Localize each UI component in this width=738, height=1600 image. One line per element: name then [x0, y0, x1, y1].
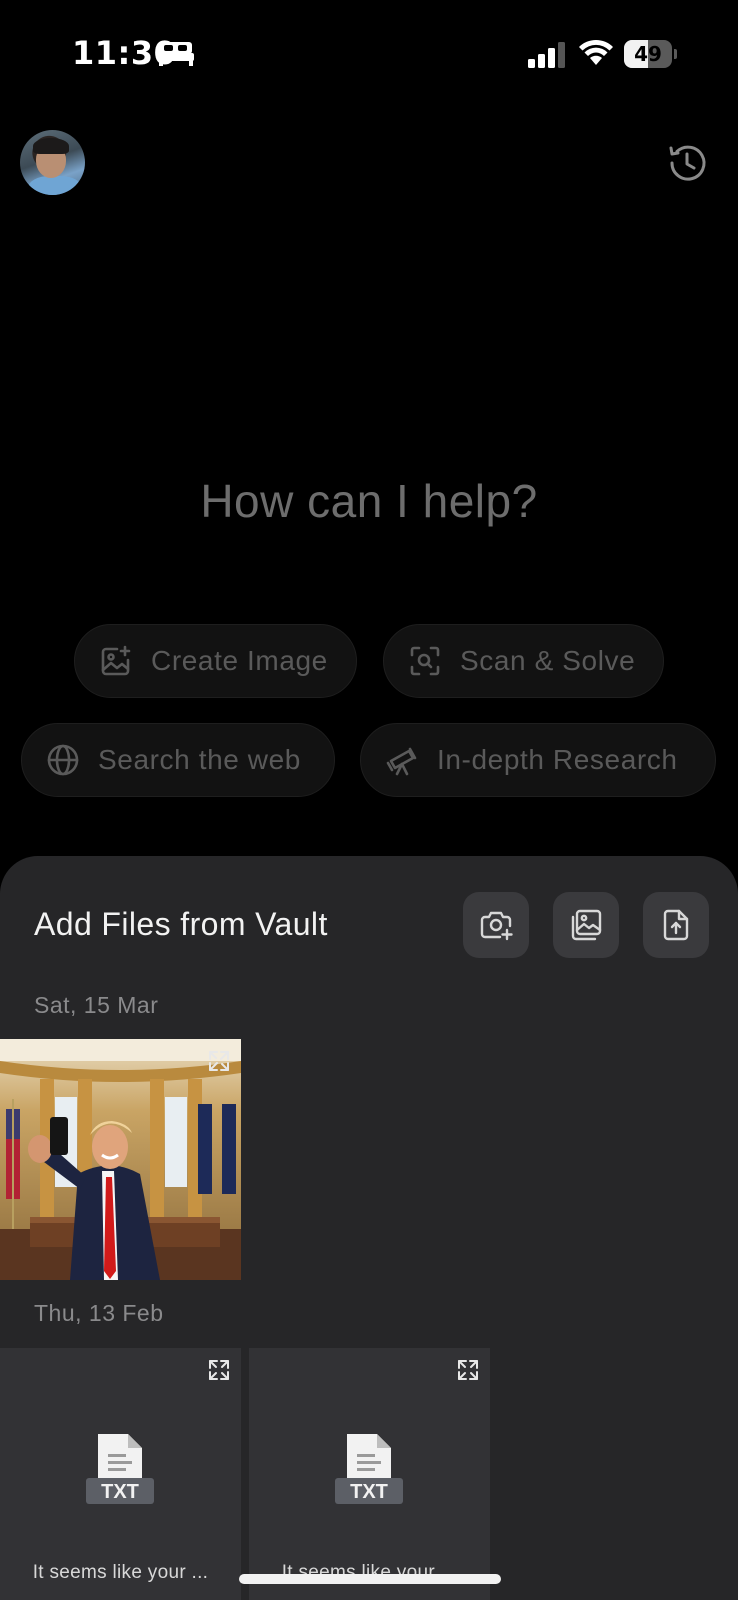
vault-txt-file[interactable]: TXT It seems like your ...	[249, 1348, 490, 1600]
camera-button[interactable]	[463, 892, 529, 958]
scan-solve-button[interactable]: Scan & Solve	[383, 624, 664, 698]
in-depth-research-label: In-depth Research	[437, 744, 678, 775]
scan-icon	[410, 646, 440, 676]
file-upload-icon	[663, 909, 689, 941]
globe-icon	[47, 744, 79, 776]
upload-file-button[interactable]	[643, 892, 709, 958]
date-header: Sat, 15 Mar	[34, 992, 159, 1018]
vault-photo-thumbnail[interactable]	[0, 1039, 241, 1280]
gallery-button[interactable]	[553, 892, 619, 958]
create-image-label: Create Image	[151, 645, 328, 676]
in-depth-research-button[interactable]: In-depth Research	[360, 723, 716, 797]
txt-file-caption: It seems like your ...	[32, 1562, 209, 1583]
expand-icon[interactable]	[456, 1358, 480, 1382]
txt-badge: TXT	[350, 1481, 388, 1503]
battery-percent: 49	[634, 42, 662, 66]
expand-icon[interactable]	[207, 1358, 231, 1382]
vault-txt-file[interactable]: TXT It seems like your ...	[0, 1348, 241, 1600]
wifi-icon	[579, 39, 613, 65]
battery-icon: 49	[624, 40, 677, 68]
sheet-title: Add Files from Vault	[34, 906, 328, 942]
date-header: Thu, 13 Feb	[34, 1300, 164, 1326]
camera-add-icon	[480, 911, 513, 941]
scan-solve-label: Scan & Solve	[460, 645, 636, 676]
gallery-icon	[571, 909, 602, 941]
create-image-button[interactable]: Create Image	[74, 624, 357, 698]
vault-bottom-sheet: Add Files from Vault Sat, 15 Mar Thu, 13…	[0, 856, 738, 1600]
status-bar: 11:30 49	[0, 0, 738, 108]
greeting-title: How can I help?	[200, 475, 538, 527]
home-indicator[interactable]	[239, 1574, 501, 1584]
photo-image	[0, 1039, 241, 1280]
cellular-signal-icon	[528, 42, 565, 68]
expand-icon[interactable]	[207, 1049, 231, 1073]
history-icon[interactable]	[666, 142, 708, 184]
profile-avatar[interactable]	[20, 130, 85, 195]
search-web-button[interactable]: Search the web	[21, 723, 335, 797]
txt-badge: TXT	[101, 1481, 139, 1503]
telescope-icon	[386, 747, 417, 776]
bed-icon	[158, 42, 194, 66]
search-web-label: Search the web	[98, 744, 301, 775]
image-add-icon	[101, 645, 131, 676]
